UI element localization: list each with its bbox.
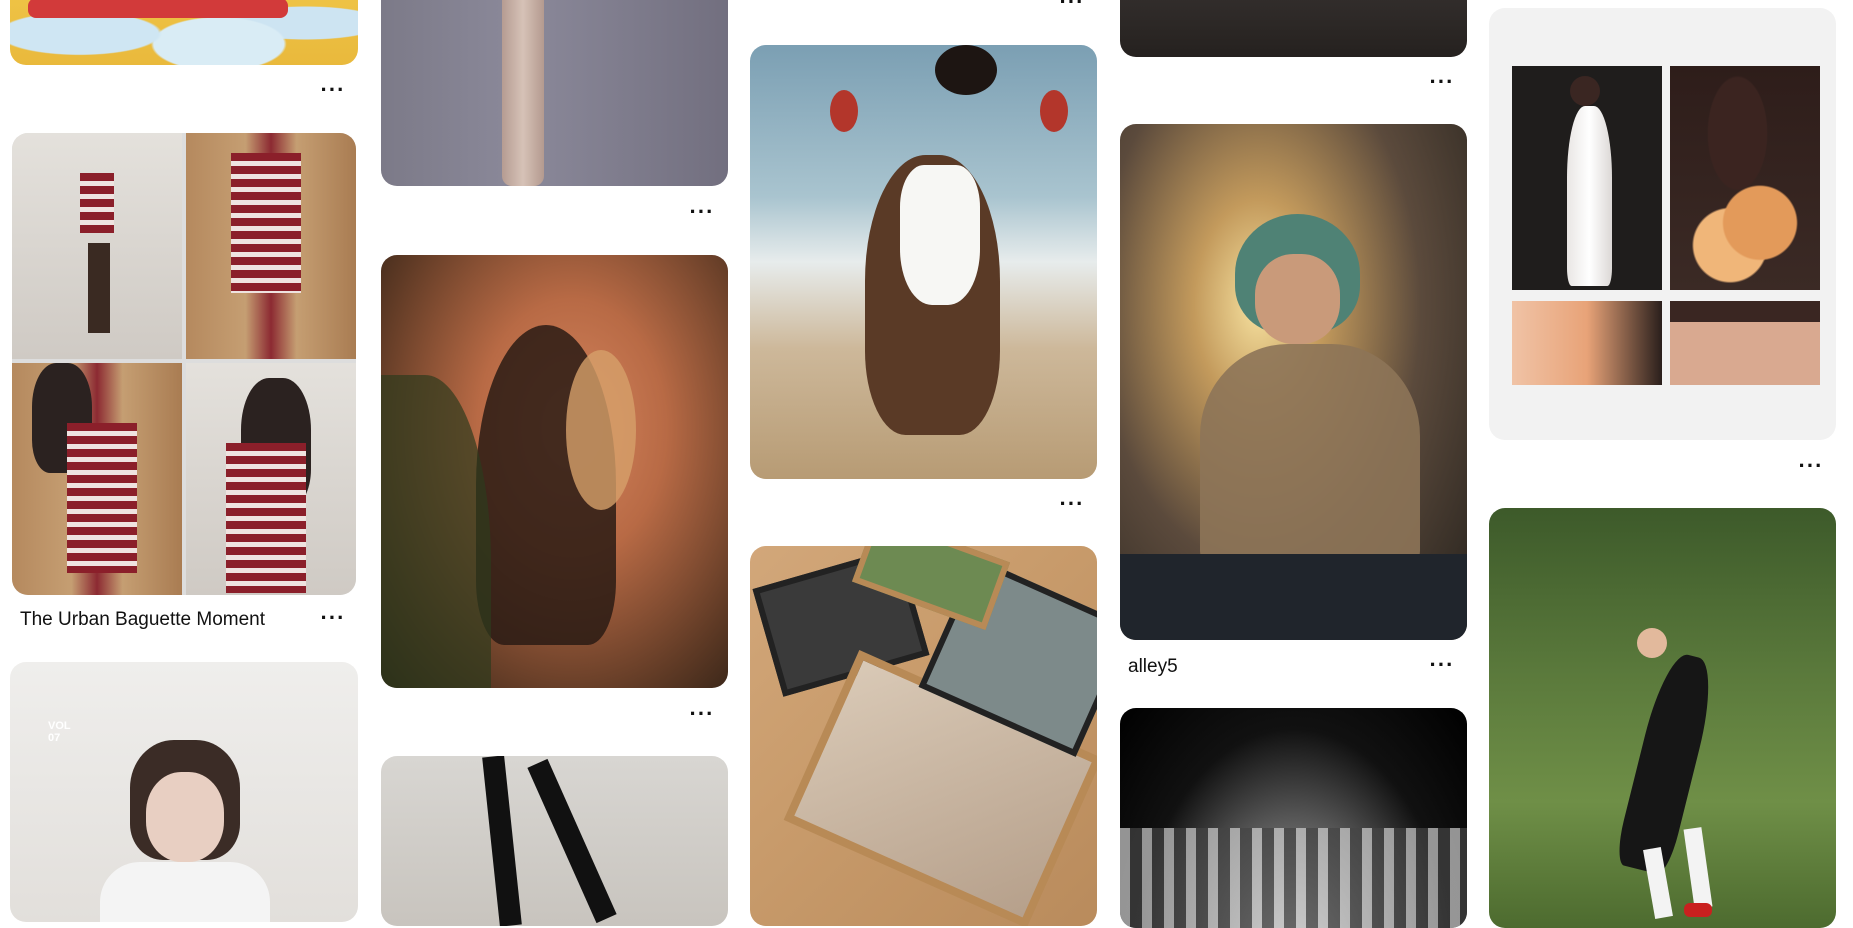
collage-tile (1670, 66, 1820, 290)
collage-tile (1670, 301, 1820, 385)
arm-shape (502, 0, 545, 186)
pin-more-button[interactable]: ··· (317, 79, 349, 106)
pin-image-beach-dumbbells[interactable] (750, 45, 1097, 479)
pin-more-button[interactable]: ··· (1426, 71, 1458, 98)
collage-tile (186, 133, 356, 359)
pin-image-dark-top[interactable] (1120, 0, 1467, 57)
pin-title[interactable]: The Urban Baguette Moment (20, 609, 265, 631)
poster-vol-label: VOL 07 (48, 720, 71, 744)
pin-more-button[interactable]: ··· (1795, 455, 1827, 482)
pin-more-button[interactable]: ··· (686, 703, 718, 730)
pin-more-button[interactable]: ··· (1056, 0, 1088, 18)
pin-more-button[interactable]: ··· (686, 201, 718, 228)
pin-more-button[interactable]: ··· (317, 607, 349, 634)
pin-image-arm[interactable] (381, 0, 728, 186)
pin-image-crowd-hands[interactable] (1120, 708, 1467, 928)
pin-title[interactable]: alley5 (1128, 656, 1178, 678)
collage-tile (12, 133, 182, 359)
collage-tile (12, 363, 182, 595)
pin-image-yellow-poster[interactable] (10, 0, 358, 65)
pin-image-legs-up[interactable] (381, 756, 728, 926)
collage-tile (1512, 301, 1662, 385)
pin-image-girl-poster[interactable]: VOL 07 (10, 662, 358, 922)
pin-more-button[interactable]: ··· (1056, 493, 1088, 520)
collage-tile (186, 363, 356, 595)
pin-image-alley5[interactable] (1120, 124, 1467, 640)
pin-image-collage-baguette[interactable] (12, 133, 356, 595)
collage-tile (1512, 66, 1662, 290)
pin-image-couple-smoke[interactable] (381, 255, 728, 688)
pin-image-bride-collage[interactable] (1489, 8, 1836, 440)
pin-more-button[interactable]: ··· (1426, 654, 1458, 681)
poster-lettering (28, 0, 288, 18)
pin-image-grass-lying[interactable] (1489, 508, 1836, 928)
pin-image-framed-paintings[interactable] (750, 546, 1097, 926)
